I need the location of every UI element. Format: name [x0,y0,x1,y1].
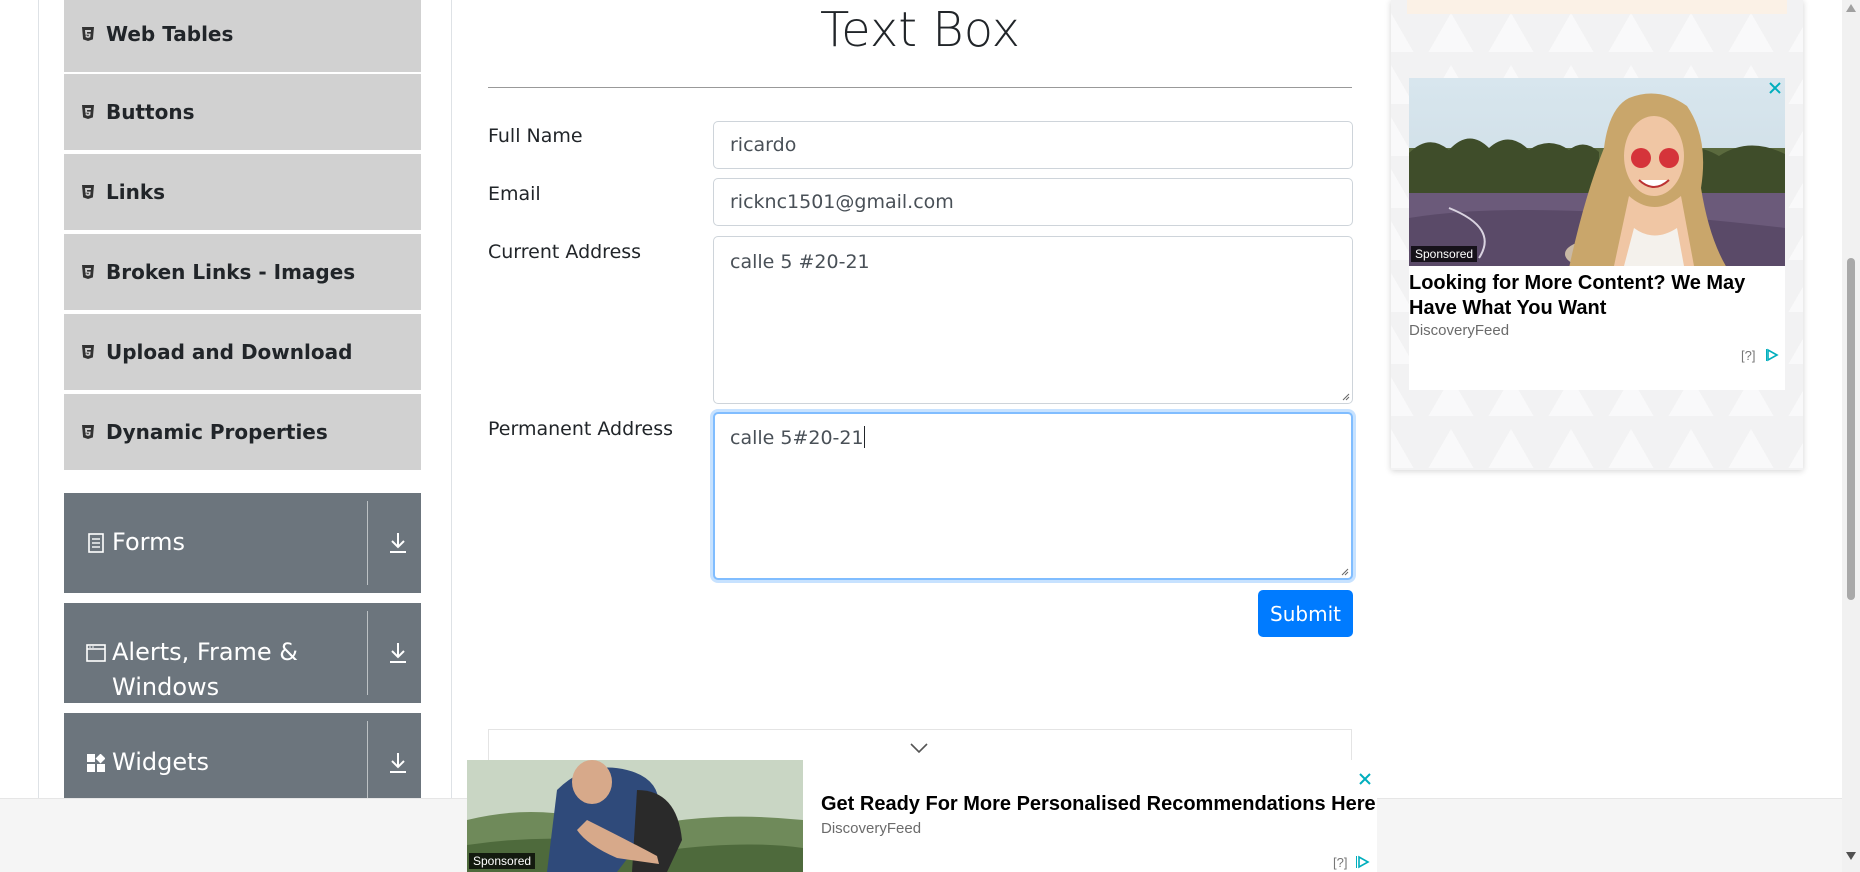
sidebar-item-web-tables[interactable]: Web Tables [64,0,421,74]
email-label: Email [488,183,541,205]
chevron-down-icon[interactable] [909,742,929,754]
sidebar-item-label: Web Tables [106,22,234,46]
html5-icon [82,27,94,41]
current-address-field[interactable]: calle 5 #20-21 [713,236,1353,404]
ad-image-woman[interactable]: Sponsored [1409,78,1785,266]
sidebar-item-label: Buttons [106,100,195,124]
html5-icon [82,105,94,119]
full-name-field[interactable]: ricardo [713,121,1353,169]
ad-close-icon[interactable] [1358,772,1372,786]
html5-icon [82,185,94,199]
permanent-address-field[interactable]: calle 5#20-21 [713,412,1353,580]
ad-info-link[interactable]: [?] [1333,855,1347,870]
group-header-widgets[interactable]: Widgets [64,713,421,800]
ad-top-strip [1407,0,1787,14]
full-name-value: ricardo [730,134,797,156]
right-ad-panel: Sponsored Looking for More Content? We M… [1391,0,1803,470]
group-label-line2: Windows [112,673,220,701]
adchoices-icon[interactable] [1356,855,1370,869]
window-icon [86,643,106,663]
page-title: Text Box [819,2,1021,58]
sidebar-item-label: Upload and Download [106,340,353,364]
permanent-address-value: calle 5#20-21 [730,427,864,449]
divider [367,501,368,585]
adchoices-icon[interactable] [1766,348,1780,362]
resize-grip-icon[interactable] [1339,566,1349,576]
document-icon [86,533,106,553]
download-arrow-icon[interactable] [386,750,410,776]
group-header-alerts-frame-windows[interactable]: Alerts, Frame & Windows [64,603,421,703]
page-scrollbar[interactable] [1842,0,1860,872]
sponsored-label: Sponsored [469,853,536,869]
sponsored-label: Sponsored [1411,246,1478,262]
ad-headline[interactable]: Get Ready For More Personalised Recommen… [821,793,1376,816]
sidebar-item-label: Broken Links - Images [106,260,356,284]
download-arrow-icon[interactable] [386,640,410,666]
group-label: Alerts, Frame & [112,638,299,666]
divider [367,721,368,799]
html5-icon [82,265,94,279]
permanent-address-label: Permanent Address [488,418,674,440]
divider [488,87,1352,88]
sidebar-item-links[interactable]: Links [64,154,421,232]
group-label: Forms [112,528,185,556]
email-field[interactable]: ricknc1501@gmail.com [713,178,1353,226]
sidebar-item-label: Dynamic Properties [106,420,328,444]
ad-headline[interactable]: Looking for More Content? We May Have Wh… [1409,271,1785,321]
ad-card[interactable]: Sponsored Looking for More Content? We M… [1409,78,1785,390]
resize-grip-icon[interactable] [1340,391,1350,401]
text-cursor [863,426,865,448]
page: Web Tables Buttons Links Broken Links - … [0,0,1860,872]
sidebar-item-dynamic-properties[interactable]: Dynamic Properties [64,394,421,472]
bottom-ad[interactable]: Sponsored Get Ready For More Personalise… [467,760,1377,872]
ad-info-link[interactable]: [?] [1741,348,1755,363]
ad-source[interactable]: DiscoveryFeed [821,820,921,837]
group-label: Widgets [112,748,210,776]
sidebar-item-broken-links[interactable]: Broken Links - Images [64,234,421,312]
ad-source[interactable]: DiscoveryFeed [1409,322,1509,339]
ad-close-icon[interactable] [1768,81,1782,95]
widgets-icon [86,753,106,773]
current-address-label: Current Address [488,241,642,263]
submit-button[interactable]: Submit [1258,590,1353,637]
sidebar-item-upload-download[interactable]: Upload and Download [64,314,421,392]
ad-image-hiker[interactable]: Sponsored [467,760,803,872]
scroll-up-icon[interactable] [1846,4,1856,12]
sidebar-item-label: Links [106,180,166,204]
scrollbar-thumb[interactable] [1847,258,1855,600]
html5-icon [82,345,94,359]
email-value: ricknc1501@gmail.com [730,191,954,213]
current-address-value: calle 5 #20-21 [730,251,870,273]
html5-icon [82,425,94,439]
group-header-forms[interactable]: Forms [64,493,421,593]
sidebar-item-buttons[interactable]: Buttons [64,74,421,152]
download-arrow-icon[interactable] [386,530,410,556]
full-name-label: Full Name [488,125,583,147]
scroll-down-icon[interactable] [1846,852,1856,860]
divider [367,611,368,695]
